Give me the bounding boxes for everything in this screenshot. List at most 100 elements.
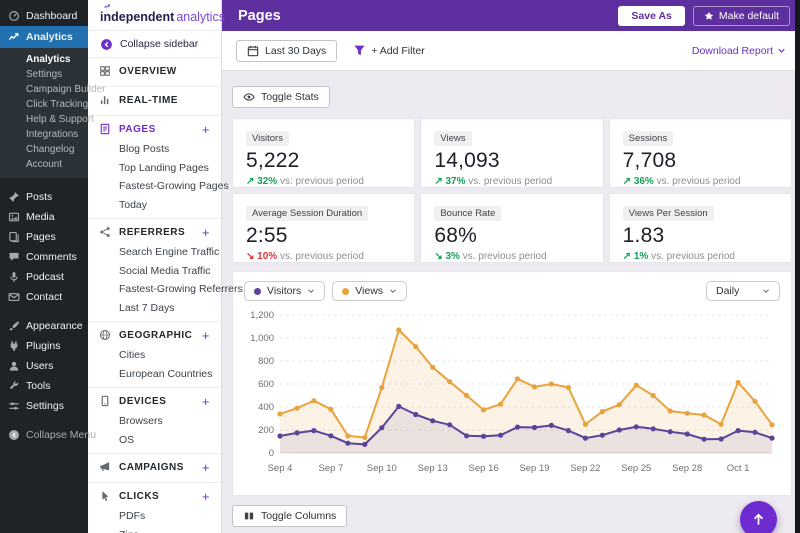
ia-nav: OVERVIEW REAL-TIME PAGES + Blog Posts Top… bbox=[88, 58, 243, 533]
podcast-icon bbox=[8, 271, 20, 283]
logo-trend-icon bbox=[100, 4, 116, 12]
ia-section-overview[interactable]: OVERVIEW bbox=[88, 60, 221, 82]
stat-card-bounce-rate: Bounce Rate 68% ↘ 3% vs. previous period bbox=[420, 193, 604, 263]
ia-item-social-media-traffic[interactable]: Social Media Traffic bbox=[88, 262, 221, 281]
wp-menu-comments[interactable]: Comments bbox=[0, 247, 88, 267]
ia-item-fastest-growing-pages[interactable]: Fastest-Growing Pages bbox=[88, 177, 229, 196]
wp-menu-pages[interactable]: Pages bbox=[0, 227, 88, 247]
wp-submenu-analytics[interactable]: Analytics bbox=[0, 52, 88, 67]
ia-item-search-engine-traffic[interactable]: Search Engine Traffic bbox=[88, 243, 221, 262]
wp-submenu-changelog[interactable]: Changelog bbox=[0, 142, 88, 157]
date-range-button[interactable]: Last 30 Days bbox=[236, 39, 338, 62]
legend-chip-views[interactable]: Views bbox=[332, 281, 408, 301]
ia-section-real-time[interactable]: REAL-TIME bbox=[88, 89, 221, 111]
ia-item-top-landing-pages[interactable]: Top Landing Pages bbox=[88, 159, 221, 178]
wp-menu-contact[interactable]: Contact bbox=[0, 287, 88, 307]
ia-section-campaigns[interactable]: CAMPAIGNS + bbox=[88, 456, 221, 478]
wp-menu-label: Appearance bbox=[26, 320, 83, 332]
ia-item-last-7-days[interactable]: Last 7 Days bbox=[88, 299, 221, 318]
wp-menu-users[interactable]: Users bbox=[0, 356, 88, 376]
wp-submenu-campaign-builder[interactable]: Campaign Builder bbox=[0, 82, 106, 97]
ia-section: REAL-TIME bbox=[88, 87, 221, 116]
wp-submenu-account[interactable]: Account bbox=[0, 157, 88, 172]
wp-menu-posts[interactable]: Posts bbox=[0, 187, 88, 207]
collapse-sidebar-button[interactable]: Collapse sidebar bbox=[88, 31, 221, 58]
menu-separator bbox=[0, 416, 88, 425]
wp-menu-media[interactable]: Media bbox=[0, 207, 88, 227]
save-as-button[interactable]: Save As bbox=[618, 5, 685, 26]
wp-menu-label: Analytics bbox=[26, 31, 73, 43]
add-filter-button[interactable]: + Add Filter bbox=[353, 44, 425, 57]
ia-section: OVERVIEW bbox=[88, 58, 221, 87]
ia-section-clicks[interactable]: CLICKS + bbox=[88, 485, 221, 507]
plus-icon[interactable]: + bbox=[202, 123, 210, 136]
stat-value: 1.83 bbox=[622, 224, 665, 247]
ia-section-referrers[interactable]: REFERRERS + bbox=[88, 221, 221, 243]
chevron-down-icon bbox=[389, 287, 397, 295]
wp-menu-label: Contact bbox=[26, 291, 63, 303]
plus-icon[interactable]: + bbox=[202, 329, 210, 342]
analytics-icon bbox=[8, 31, 20, 43]
legend-chip-visitors[interactable]: Visitors bbox=[244, 281, 326, 301]
stat-label: Sessions bbox=[622, 131, 674, 146]
wp-submenu-integrations[interactable]: Integrations bbox=[0, 127, 88, 142]
ia-section-geographic[interactable]: GEOGRAPHIC + bbox=[88, 324, 221, 346]
wp-menu-settings[interactable]: Settings bbox=[0, 396, 88, 416]
collapse-sidebar-label: Collapse sidebar bbox=[120, 38, 199, 50]
ia-section-devices[interactable]: DEVICES + bbox=[88, 390, 221, 412]
plugins-icon bbox=[8, 340, 20, 352]
download-report-dropdown[interactable]: Download Report bbox=[692, 45, 786, 57]
ia-item-pdfs[interactable]: PDFs bbox=[88, 507, 221, 526]
plus-icon[interactable]: + bbox=[202, 490, 210, 503]
toggle-columns-button[interactable]: Toggle Columns bbox=[232, 505, 348, 527]
toggle-stats-button[interactable]: Toggle Stats bbox=[232, 86, 330, 108]
chart-legend: Visitors Views bbox=[244, 281, 408, 301]
megaphone-icon bbox=[99, 461, 111, 473]
stat-label: Views Per Session bbox=[622, 206, 714, 221]
wp-menu-analytics[interactable]: Analytics bbox=[0, 26, 88, 48]
make-default-button[interactable]: Make default bbox=[692, 5, 790, 26]
appearance-icon bbox=[8, 320, 20, 332]
wp-menu-dashboard[interactable]: Dashboard bbox=[0, 6, 88, 26]
ia-item-os[interactable]: OS bbox=[88, 431, 221, 450]
ia-item-cities[interactable]: Cities bbox=[88, 346, 221, 365]
scroll-to-top-button[interactable] bbox=[740, 501, 777, 533]
svg-text:200: 200 bbox=[258, 425, 274, 436]
chart-card: Visitors Views Daily 0 200 400 600 800 1,000 1… bbox=[232, 271, 792, 496]
wp-submenu-settings[interactable]: Settings bbox=[0, 67, 88, 82]
ia-section: DEVICES + Browsers OS bbox=[88, 388, 221, 454]
interval-select[interactable]: Daily bbox=[706, 281, 780, 301]
stat-value: 14,093 bbox=[434, 149, 500, 172]
app-window: Dashboard Analytics Analytics Settings Campa… bbox=[0, 0, 800, 533]
svg-text:Sep 13: Sep 13 bbox=[418, 463, 448, 474]
stat-label: Views bbox=[434, 131, 472, 146]
ia-item-browsers[interactable]: Browsers bbox=[88, 412, 221, 431]
window-scrollbar[interactable] bbox=[795, 0, 800, 533]
overview-icon bbox=[99, 65, 111, 77]
ia-item-blog-posts[interactable]: Blog Posts bbox=[88, 140, 221, 159]
ia-item-today[interactable]: Today bbox=[88, 196, 221, 215]
plus-icon[interactable]: + bbox=[202, 395, 210, 408]
ia-item-zips[interactable]: Zips bbox=[88, 526, 221, 533]
wp-submenu-help-support[interactable]: Help & Support bbox=[0, 112, 94, 127]
wp-menu-plugins[interactable]: Plugins bbox=[0, 336, 88, 356]
ia-section: CLICKS + PDFsZips bbox=[88, 483, 221, 533]
users-icon bbox=[8, 360, 20, 372]
ia-item-fastest-growing-referrers[interactable]: Fastest-Growing Referrers bbox=[88, 280, 243, 299]
wp-menu-tools[interactable]: Tools bbox=[0, 376, 88, 396]
plus-icon[interactable]: + bbox=[202, 226, 210, 239]
chevron-down-icon bbox=[307, 287, 315, 295]
ia-section-pages[interactable]: PAGES + bbox=[88, 118, 221, 140]
wp-menu-podcast[interactable]: Podcast bbox=[0, 267, 88, 287]
content-area: Toggle Stats Visitors 5,222 ↗ 32% vs. pr… bbox=[222, 71, 800, 527]
svg-text:800: 800 bbox=[258, 356, 274, 367]
tools-icon bbox=[8, 380, 20, 392]
stat-change: ↘ 3% vs. previous period bbox=[434, 251, 547, 262]
chevron-down-icon bbox=[777, 46, 786, 55]
plus-icon[interactable]: + bbox=[202, 461, 210, 474]
ia-item-european-countries[interactable]: European Countries bbox=[88, 365, 221, 384]
wp-submenu-click-tracking[interactable]: Click Tracking bbox=[0, 97, 88, 112]
stat-change: ↗ 36% vs. previous period bbox=[622, 176, 741, 187]
wp-menu-appearance[interactable]: Appearance bbox=[0, 316, 88, 336]
wp-menu-collapse-menu[interactable]: Collapse Menu bbox=[0, 425, 96, 445]
